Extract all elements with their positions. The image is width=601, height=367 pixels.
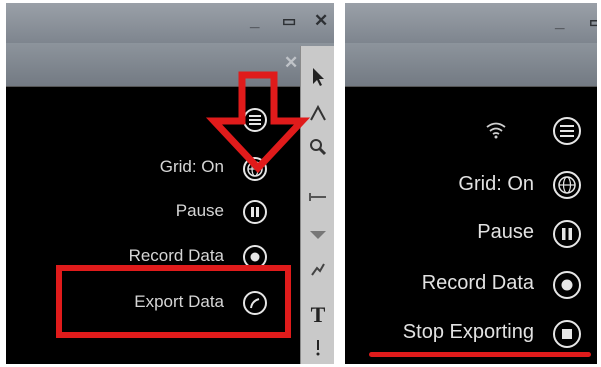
maximize-button[interactable]: ▭	[589, 13, 597, 31]
stop-exporting-underline	[369, 352, 591, 357]
record-data-button[interactable]	[553, 271, 581, 299]
record-data-label: Record Data	[421, 272, 534, 294]
pause-button[interactable]	[553, 220, 581, 248]
stop-icon	[562, 329, 572, 339]
minimize-button[interactable]: _	[555, 12, 564, 32]
globe-icon	[558, 176, 576, 194]
stop-exporting-button[interactable]	[553, 320, 581, 348]
grid-toggle-label: Grid: On	[458, 173, 534, 195]
menu-icon	[560, 125, 574, 137]
stop-exporting-label: Stop Exporting	[402, 321, 534, 343]
wifi-icon	[486, 122, 506, 139]
panel-header	[345, 43, 597, 87]
right-screenshot-panel: _ ▭ Grid: On Pause Record Data Stop Expo…	[345, 3, 597, 364]
pause-icon	[562, 228, 572, 240]
export-highlight-box	[56, 265, 291, 338]
grid-toggle-button[interactable]	[553, 171, 581, 199]
pause-label: Pause	[477, 221, 534, 243]
record-icon	[561, 279, 573, 291]
menu-button[interactable]	[553, 117, 581, 145]
left-screenshot-panel: _ ▭ ✕ ✕ Grid: On Pause Record Data Expor…	[6, 3, 334, 364]
